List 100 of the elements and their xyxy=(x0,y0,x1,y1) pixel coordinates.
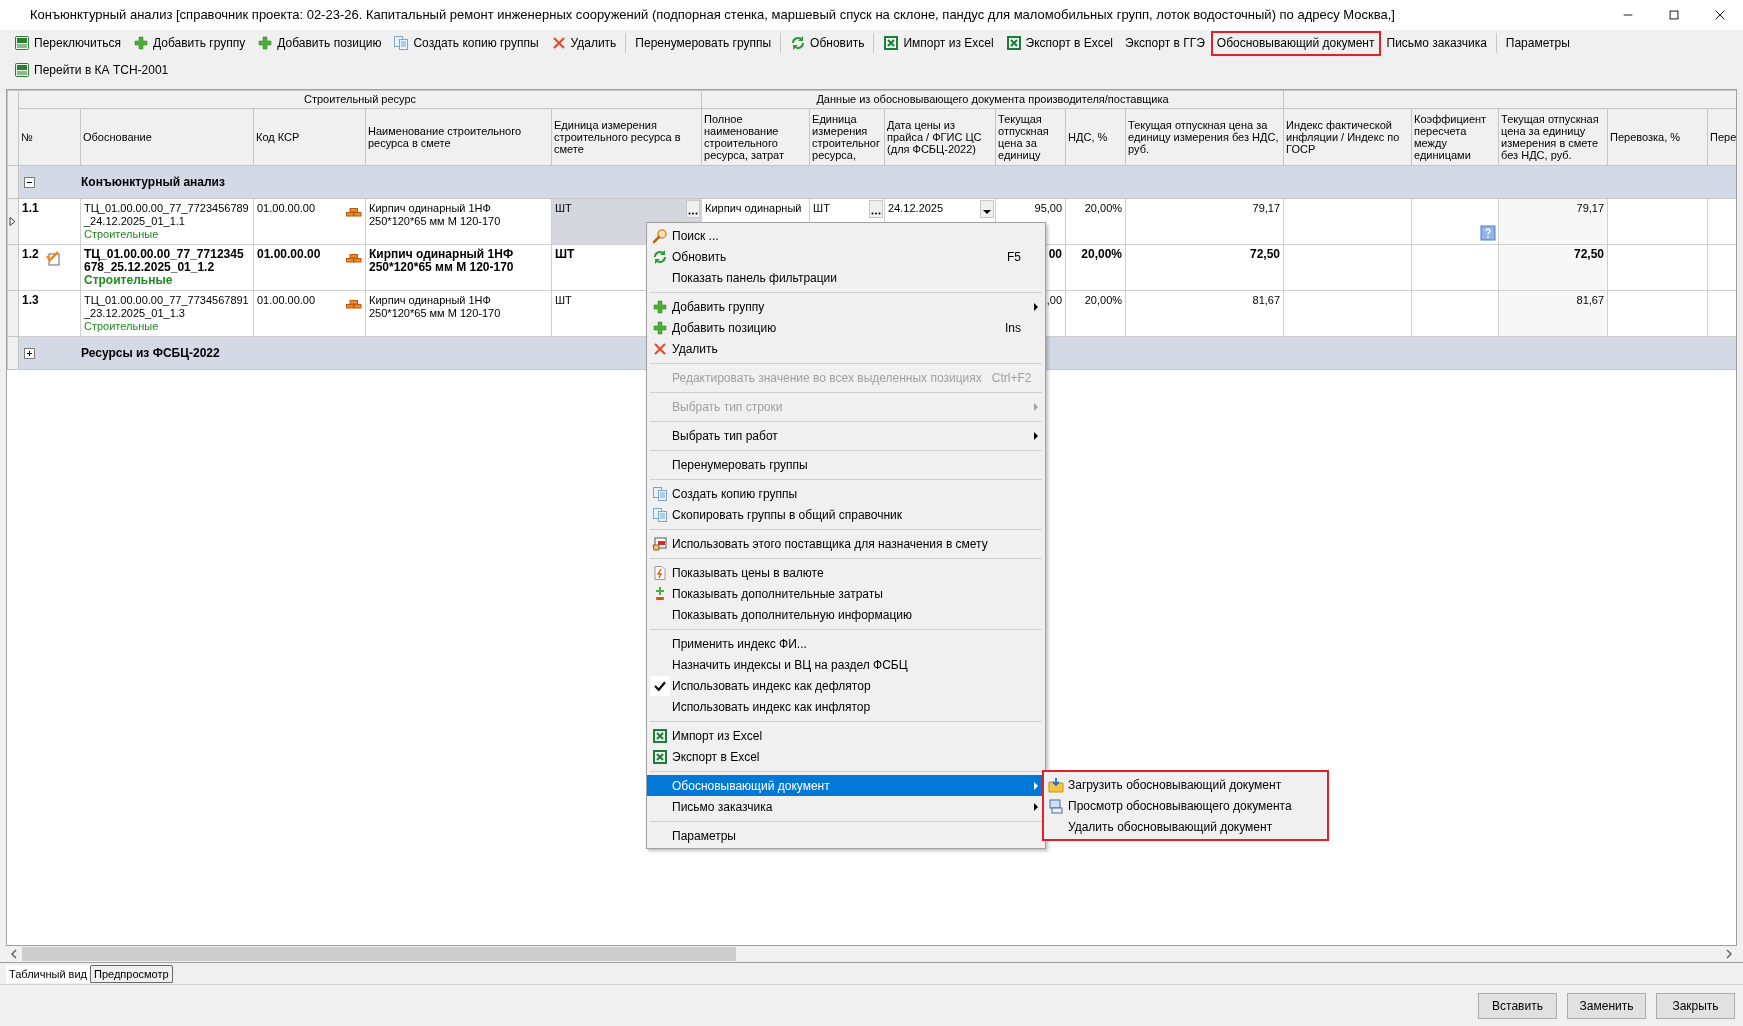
copy-icon xyxy=(393,35,410,51)
menu-item[interactable]: Удалить обосновывающий документ xyxy=(1044,816,1327,837)
menu-item[interactable]: Добавить позицию Ins xyxy=(647,317,1045,338)
toolbar-button[interactable]: Письмо заказчика xyxy=(1380,30,1493,56)
table-cell: 01.00.00.00 xyxy=(257,294,316,307)
help-button[interactable] xyxy=(1480,225,1497,241)
spreadsheet-icon xyxy=(883,35,900,51)
ellipsis-button[interactable] xyxy=(686,200,701,218)
toolbar-button[interactable]: Добавить позицию xyxy=(251,30,388,56)
row-number: 1.1 xyxy=(22,202,39,215)
table-cell: 72,50 xyxy=(1250,248,1281,261)
basis-code: ТЦ_01.00.00.00_77_7734567891_23.12.2025_01_1.3 xyxy=(84,294,250,320)
table-cell: ШТ xyxy=(555,248,575,261)
menu-item[interactable]: Письмо заказчика xyxy=(647,796,1045,817)
copy-icon xyxy=(651,506,668,523)
plus-icon xyxy=(651,319,668,336)
toolbar-button[interactable]: Создать копию группы xyxy=(387,30,545,56)
toolbar-button[interactable]: Обосновывающий документ xyxy=(1210,30,1381,56)
close-icon[interactable] xyxy=(1713,8,1727,22)
menu-item[interactable]: Параметры xyxy=(647,825,1045,846)
toolbar-button[interactable]: Импорт из Excel xyxy=(877,30,1000,56)
shortcut-label: F5 xyxy=(1006,248,1022,266)
menu-item[interactable]: Загрузить обосновывающий документ xyxy=(1044,774,1327,795)
column-header[interactable]: Перевозка, % xyxy=(1610,131,1706,143)
plus-icon xyxy=(257,35,274,51)
table-cell: 00 xyxy=(1048,248,1063,261)
table-cell: Кирпич одинарный xyxy=(705,202,802,215)
table-cell: 79,17 xyxy=(1252,202,1281,215)
menu-item[interactable]: Экспорт в Excel xyxy=(647,746,1045,767)
menu-item[interactable]: Показывать цены в валюте xyxy=(647,562,1045,583)
delete-icon xyxy=(651,340,668,357)
menu-item[interactable]: Добавить группу xyxy=(647,296,1045,317)
table-cell: ШТ xyxy=(555,202,572,215)
ellipsis-button[interactable] xyxy=(869,200,884,218)
column-header[interactable]: Обоснование xyxy=(83,131,251,143)
copy-icon xyxy=(651,485,668,502)
collapse-toggle[interactable] xyxy=(24,176,35,188)
search-icon xyxy=(651,227,668,244)
lightning-document-icon xyxy=(651,564,668,581)
scrollbar-thumb[interactable] xyxy=(22,947,736,961)
column-header[interactable]: Код КСР xyxy=(256,131,363,143)
toolbar-button[interactable]: Удалить xyxy=(544,30,623,56)
menu-item[interactable]: Обновить F5 xyxy=(647,246,1045,267)
expand-toggle[interactable] xyxy=(24,347,35,359)
table-cell: 81,67 xyxy=(1252,294,1281,307)
delete-icon xyxy=(550,35,567,51)
shortcut-label: Ins xyxy=(1004,319,1022,337)
toolbar-button[interactable]: Экспорт в Excel xyxy=(999,30,1120,56)
caret-icon xyxy=(983,210,992,214)
menu-item[interactable]: Скопировать группы в общий справочник xyxy=(647,504,1045,525)
spreadsheet-icon xyxy=(1005,35,1022,51)
dialog-button[interactable]: Заменить xyxy=(1567,992,1646,1019)
table-cell: 24.12.2025 xyxy=(888,202,944,215)
menu-item[interactable]: Просмотр обосновывающего документа xyxy=(1044,795,1327,816)
toolbar-button[interactable]: Добавить группу xyxy=(127,30,252,56)
view-tab[interactable]: Табличный вид xyxy=(6,965,91,983)
row-number: 1.2 xyxy=(22,248,39,261)
plus-icon xyxy=(133,35,149,51)
category-label: Строительные xyxy=(84,274,174,287)
maximize-icon[interactable] xyxy=(1667,8,1681,22)
menu-item[interactable]: Использовать индекс как дефлятор xyxy=(647,675,1045,696)
column-header[interactable]: № xyxy=(21,131,78,143)
dropdown-button[interactable] xyxy=(980,200,995,218)
column-header[interactable]: Пере xyxy=(1710,131,1736,143)
menu-item[interactable]: Обосновывающий документ xyxy=(647,775,1045,796)
menu-item[interactable]: Назначить индексы и ВЦ на раздел ФСБЦ xyxy=(647,654,1045,675)
category-label: Строительные xyxy=(84,228,160,241)
toolbar-button[interactable]: Перейти в КА ТСН-2001 xyxy=(8,57,175,83)
plus-icon xyxy=(25,348,34,358)
menu-item[interactable]: Выбрать тип работ xyxy=(647,425,1045,446)
dialog-button[interactable]: Закрыть xyxy=(1656,992,1735,1019)
menu-item[interactable]: Показать панель фильтрации xyxy=(647,267,1045,288)
toolbar-button[interactable]: Обновить xyxy=(784,30,871,56)
menu-item[interactable]: Показывать дополнительную информацию xyxy=(647,604,1045,625)
category-label: Строительные xyxy=(84,320,160,333)
column-group-header: Данные из обосновывающего документа производителя/поставщика xyxy=(816,93,1169,105)
menu-item[interactable]: Показывать дополнительные затраты xyxy=(647,583,1045,604)
row-number: 1.3 xyxy=(22,294,39,307)
menu-item[interactable]: Создать копию группы xyxy=(647,483,1045,504)
spreadsheet-icon xyxy=(651,727,668,744)
dialog-button[interactable]: Вставить xyxy=(1478,992,1557,1019)
table-cell: 20,00% xyxy=(1084,202,1123,215)
menu-item[interactable]: Импорт из Excel xyxy=(647,725,1045,746)
view-tab[interactable]: Предпросмотр xyxy=(90,965,173,983)
menu-item[interactable]: Использовать индекс как инфлятор xyxy=(647,696,1045,717)
menu-item[interactable]: Удалить xyxy=(647,338,1045,359)
table-cell: 01.00.00.00 xyxy=(257,248,321,261)
toolbar-button[interactable]: Экспорт в ГГЭ xyxy=(1119,30,1211,56)
table-cell: 72,50 xyxy=(1574,248,1605,261)
table-cell: 79,17 xyxy=(1576,202,1605,215)
menu-item[interactable]: Применить индекс ФИ... xyxy=(647,633,1045,654)
menu-item[interactable]: Поиск ... xyxy=(647,225,1045,246)
toolbar-button[interactable]: Параметры xyxy=(1499,30,1576,56)
toolbar-button[interactable]: Перенумеровать группы xyxy=(629,30,778,56)
menu-item[interactable]: Перенумеровать группы xyxy=(647,454,1045,475)
ellipsis-icon xyxy=(688,212,699,215)
toolbar-button[interactable]: Переключиться xyxy=(8,30,127,56)
table-cell: 20,00% xyxy=(1084,294,1123,307)
column-header[interactable]: НДС, % xyxy=(1068,131,1124,143)
menu-item[interactable]: Использовать этого поставщика для назначения в смету xyxy=(647,533,1045,554)
